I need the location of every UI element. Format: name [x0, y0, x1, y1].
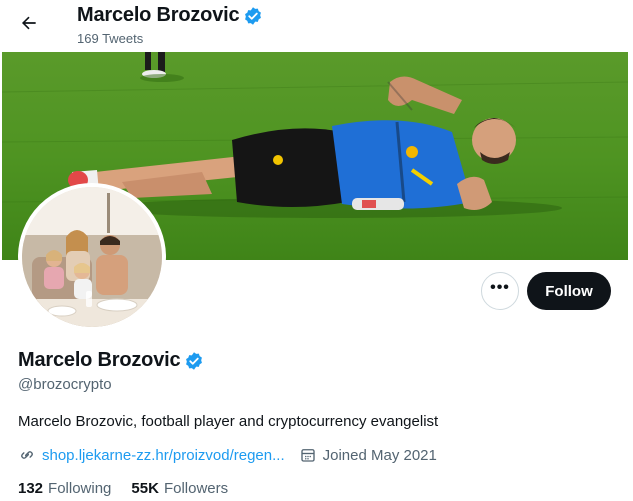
follow-button[interactable]: Follow: [527, 272, 611, 310]
followers-label: Followers: [163, 480, 229, 497]
link-icon: [18, 446, 36, 464]
profile-link[interactable]: shop.ljekarne-zz.hr/proizvod/regen...: [42, 447, 285, 464]
following-link[interactable]: 132 Following: [18, 480, 111, 497]
profile-link-item[interactable]: shop.ljekarne-zz.hr/proizvod/regen...: [18, 446, 285, 464]
avatar-image: [22, 187, 162, 327]
profile-meta: shop.ljekarne-zz.hr/proizvod/regen... Jo…: [18, 446, 437, 464]
following-label: Following: [48, 480, 112, 497]
joined-date: Joined May 2021: [322, 446, 437, 464]
joined-date-item: Joined May 2021: [299, 446, 437, 464]
header-title-row: Marcelo Brozovic: [77, 4, 263, 27]
profile-name: Marcelo Brozovic: [18, 349, 181, 371]
verified-badge-icon: [243, 6, 263, 26]
top-bar: Marcelo Brozovic 169 Tweets: [0, 0, 633, 52]
more-options-icon: •••: [490, 279, 510, 296]
followers-count: 55K: [131, 480, 159, 497]
more-options-button[interactable]: •••: [481, 272, 519, 310]
followers-link[interactable]: 55K Followers: [131, 480, 228, 497]
arrow-left-icon: [19, 13, 39, 38]
profile-bio: Marcelo Brozovic, football player and cr…: [18, 413, 439, 430]
calendar-icon: [299, 446, 317, 464]
following-count: 132: [18, 480, 44, 497]
verified-badge-icon[interactable]: [184, 351, 204, 371]
follow-stats: 132 Following 55K Followers: [18, 480, 228, 497]
profile-avatar[interactable]: [18, 183, 166, 331]
header-name: Marcelo Brozovic: [77, 4, 240, 26]
profile-name-row: Marcelo Brozovic: [18, 349, 204, 372]
profile-handle: @brozocrypto: [18, 376, 112, 393]
tweet-count: 169 Tweets: [77, 31, 144, 46]
back-button[interactable]: [12, 8, 46, 42]
